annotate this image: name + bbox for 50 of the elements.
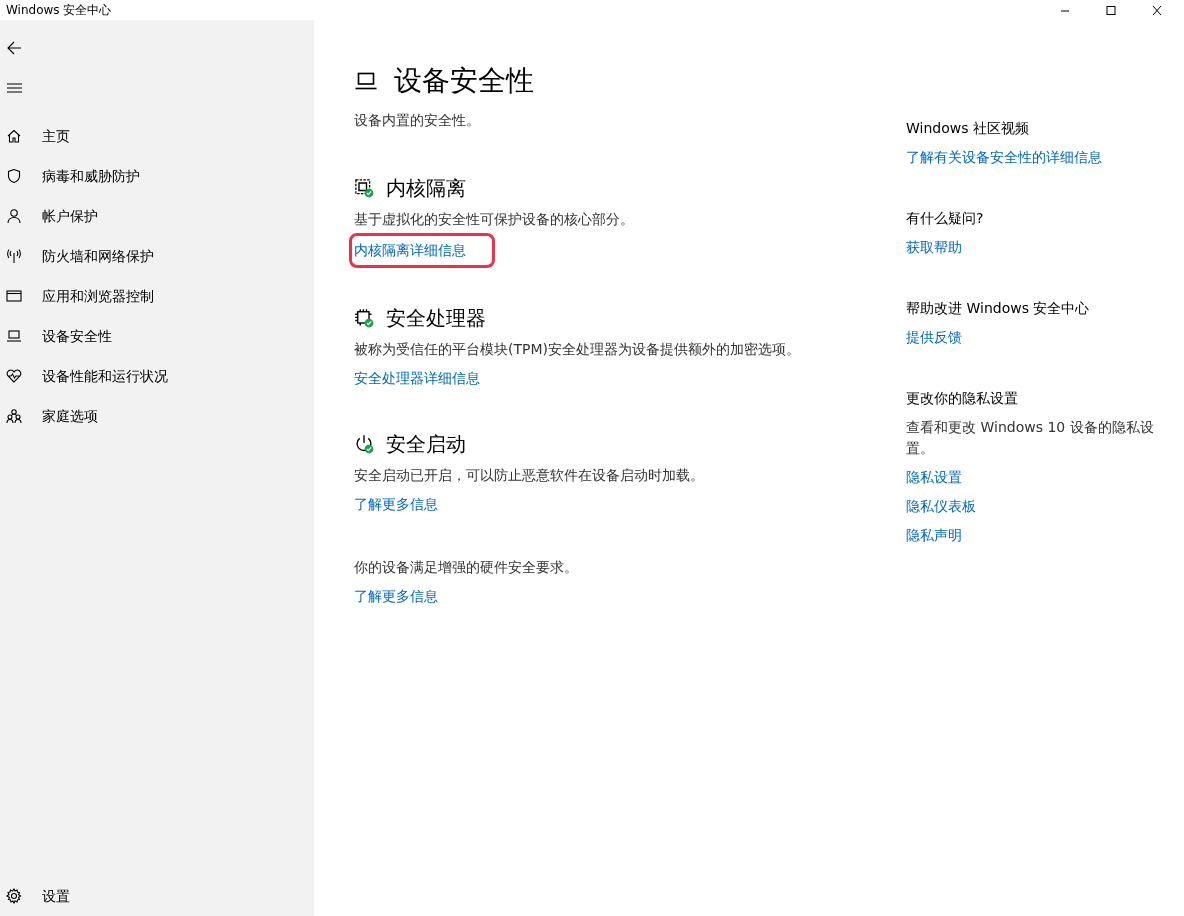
- page-subtitle: 设备内置的安全性。: [354, 111, 481, 130]
- house-icon: [6, 128, 22, 144]
- nav-item[interactable]: 家庭选项: [0, 396, 314, 436]
- link[interactable]: 了解更多信息: [352, 584, 440, 609]
- power-icon: [354, 434, 374, 454]
- section-description: 你的设备满足增强的硬件安全要求。: [354, 558, 579, 577]
- maximize-icon: [1105, 4, 1117, 16]
- window-icon: [6, 288, 22, 304]
- nav-item[interactable]: 防火墙和网络保护: [0, 236, 314, 276]
- link[interactable]: 了解有关设备安全性的详细信息: [904, 145, 1104, 170]
- menu-icon: [6, 80, 22, 96]
- nav-item[interactable]: 设置: [0, 876, 314, 916]
- section-description: 安全启动已开启，可以防止恶意软件在设备启动时加载。: [354, 466, 705, 485]
- person-icon: [6, 208, 22, 224]
- aside-text: 查看和更改 Windows 10 设备的隐私设置。: [906, 418, 1155, 458]
- heart-icon: [6, 368, 22, 384]
- section-description: 被称为受信任的平台模块(TPM)安全处理器为设备提供额外的加密选项。: [354, 340, 801, 359]
- people-icon: [6, 408, 22, 424]
- link[interactable]: 内核隔离详细信息: [352, 236, 492, 265]
- nav-item[interactable]: 主页: [0, 116, 314, 156]
- chip-icon: [354, 308, 374, 328]
- settings-icon: [6, 888, 22, 904]
- antenna-icon: [6, 248, 22, 264]
- window-title: Windows 安全中心: [5, 2, 112, 19]
- aside-heading: 帮助改进 Windows 安全中心: [906, 299, 1090, 318]
- section-title: 安全启动: [386, 431, 466, 458]
- nav-item[interactable]: 帐户保护: [0, 196, 314, 236]
- link[interactable]: 隐私设置: [904, 465, 964, 490]
- link[interactable]: 安全处理器详细信息: [352, 366, 482, 391]
- section-title: 内核隔离: [386, 175, 466, 202]
- nav-item[interactable]: 病毒和威胁防护: [0, 156, 314, 196]
- close-icon: [1151, 4, 1163, 16]
- laptop-icon: [6, 328, 22, 344]
- nav-item[interactable]: 设备安全性: [0, 316, 314, 356]
- shield-icon: [6, 168, 22, 184]
- link[interactable]: 隐私声明: [904, 523, 964, 548]
- section-title: 安全处理器: [386, 305, 486, 332]
- aside-heading: Windows 社区视频: [906, 119, 1029, 138]
- nav-item[interactable]: 应用和浏览器控制: [0, 276, 314, 316]
- chip-icon: [354, 178, 374, 198]
- link[interactable]: 了解更多信息: [352, 492, 440, 517]
- aside-heading: 有什么疑问?: [906, 209, 984, 228]
- back-arrow-icon: [6, 40, 22, 56]
- link[interactable]: 隐私仪表板: [904, 494, 978, 519]
- link[interactable]: 提供反馈: [904, 325, 964, 350]
- section-description: 基于虚拟化的安全性可保护设备的核心部分。: [354, 210, 635, 229]
- link[interactable]: 获取帮助: [904, 235, 964, 260]
- nav-item[interactable]: 设备性能和运行状况: [0, 356, 314, 396]
- page-title: 设备安全性: [394, 63, 534, 99]
- aside-heading: 更改你的隐私设置: [906, 389, 1018, 408]
